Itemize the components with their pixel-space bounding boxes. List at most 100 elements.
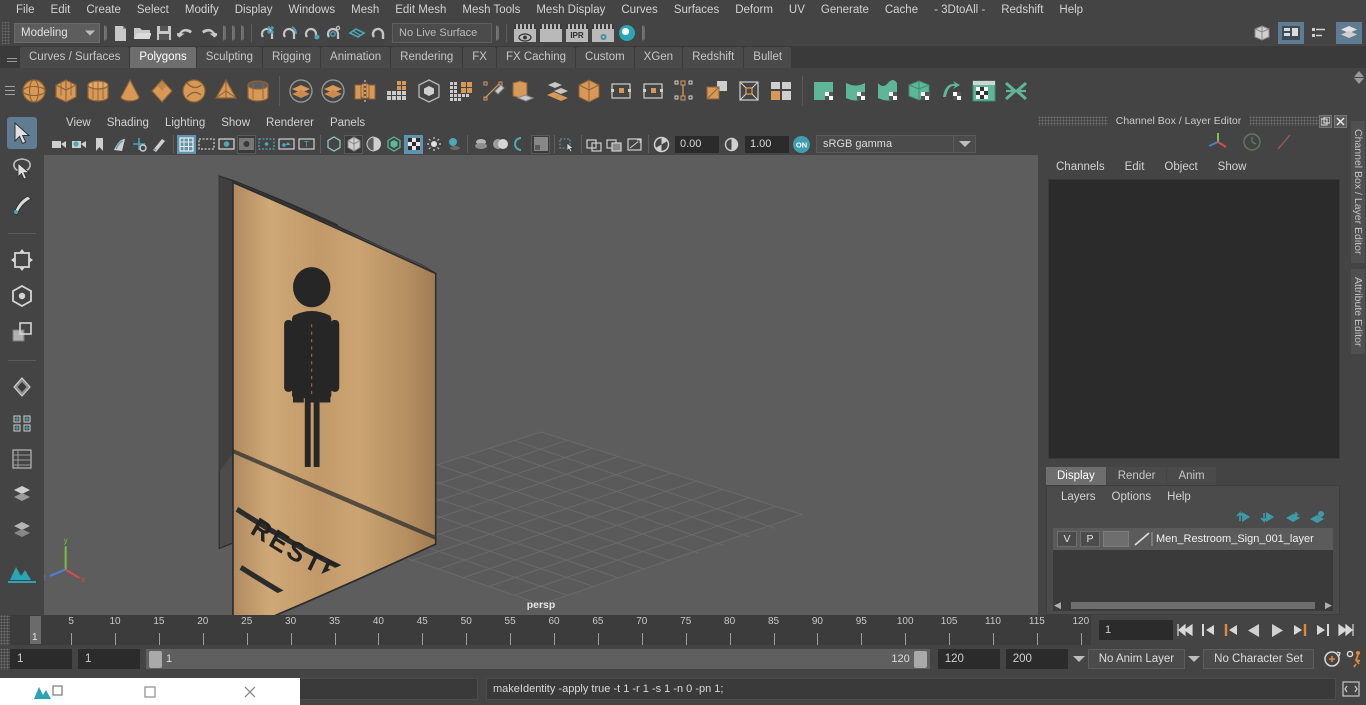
bookmarks-icon[interactable]: [90, 135, 109, 154]
toolbar-separator[interactable]: [220, 24, 227, 42]
color-management-toggle-icon[interactable]: ON: [792, 135, 811, 154]
range-start-handle[interactable]: [149, 650, 162, 668]
safe-action-icon[interactable]: [277, 135, 296, 154]
channelbox-menu-show[interactable]: Show: [1208, 161, 1257, 173]
panel-drag-handle[interactable]: [1038, 116, 1108, 126]
menu-file[interactable]: File: [8, 0, 43, 20]
poly-mirror-icon[interactable]: [349, 73, 381, 109]
shelf-tab-sculpting[interactable]: Sculpting: [196, 47, 263, 68]
3d-viewport[interactable]: RESTROOM y z x: [44, 155, 1038, 615]
script-editor-icon[interactable]: [1340, 678, 1362, 700]
shaded-wireframe-icon[interactable]: [364, 135, 383, 154]
layer-color-swatch[interactable]: [1132, 531, 1154, 547]
shelf-scroll-buttons[interactable]: [1354, 71, 1364, 84]
poly-extrude-icon[interactable]: [509, 73, 541, 109]
go-to-end-icon[interactable]: [1334, 619, 1357, 641]
select-tool-icon[interactable]: [7, 117, 37, 149]
menu-curves[interactable]: Curves: [613, 0, 665, 20]
rotate-tool-icon[interactable]: [7, 280, 37, 312]
play-backwards-icon[interactable]: [1242, 619, 1265, 641]
isolate-select-icon[interactable]: [7, 515, 37, 547]
last-tool-used-icon[interactable]: [7, 443, 37, 475]
menu-redshift[interactable]: Redshift: [993, 0, 1051, 20]
poly-combine-icon[interactable]: [381, 73, 413, 109]
scroll-right-arrow[interactable]: ▶: [1324, 600, 1333, 611]
menu-select[interactable]: Select: [129, 0, 177, 20]
screen-space-ao-icon[interactable]: [471, 135, 490, 154]
layer-menu-layers[interactable]: Layers: [1053, 491, 1104, 503]
menu-mesh-display[interactable]: Mesh Display: [528, 0, 613, 20]
xray-mode-icon[interactable]: [7, 479, 37, 511]
go-to-start-icon[interactable]: [1173, 619, 1196, 641]
animation-preferences-icon[interactable]: [1343, 648, 1366, 670]
isolate-select-viewport-icon[interactable]: [558, 135, 577, 154]
scale-tool-icon[interactable]: [7, 316, 37, 348]
poly-prism-icon[interactable]: [210, 73, 242, 109]
poly-cube-icon[interactable]: [50, 73, 82, 109]
scroll-left-arrow[interactable]: ◀: [1053, 600, 1062, 611]
grease-pencil-icon[interactable]: [150, 135, 169, 154]
save-scene-icon[interactable]: [153, 22, 175, 44]
menu-deform[interactable]: Deform: [727, 0, 781, 20]
paint-select-tool-icon[interactable]: [7, 189, 37, 221]
poly-cone-icon[interactable]: [114, 73, 146, 109]
poly-cylinder-icon[interactable]: [82, 73, 114, 109]
toolbar-separator[interactable]: [238, 24, 245, 42]
channelbox-menu-edit[interactable]: Edit: [1115, 161, 1155, 173]
shelf-tab-rigging[interactable]: Rigging: [263, 47, 321, 68]
lasso-select-tool-icon[interactable]: [7, 153, 37, 185]
shelf-tab-redshift[interactable]: Redshift: [683, 47, 744, 68]
uv-unfold-icon[interactable]: [840, 73, 872, 109]
layer-name-label[interactable]: Men_Restroom_Sign_001_layer: [1156, 533, 1314, 545]
current-frame-field[interactable]: 1: [1099, 620, 1173, 640]
render-globals-icon[interactable]: [616, 22, 638, 44]
multisample-icon[interactable]: [511, 135, 530, 154]
viewport-menu-shading[interactable]: Shading: [99, 113, 157, 133]
undock-panel-icon[interactable]: [1319, 114, 1332, 128]
xray-joints-icon[interactable]: [605, 135, 624, 154]
poly-target-weld-icon[interactable]: [605, 73, 637, 109]
menu-edit-mesh[interactable]: Edit Mesh: [387, 0, 454, 20]
viewport-menu-show[interactable]: Show: [213, 113, 258, 133]
redo-icon[interactable]: [197, 22, 219, 44]
layer-menu-help[interactable]: Help: [1159, 491, 1199, 503]
undo-icon[interactable]: [175, 22, 197, 44]
toolbar-separator[interactable]: [493, 24, 500, 42]
uv-cube-map-icon[interactable]: [904, 73, 936, 109]
wireframe-icon[interactable]: [324, 135, 343, 154]
live-surface-field[interactable]: No Live Surface: [392, 23, 492, 43]
render-current-frame-icon[interactable]: [540, 24, 562, 42]
poly-smooth-icon[interactable]: [413, 73, 445, 109]
menu-surfaces[interactable]: Surfaces: [666, 0, 727, 20]
shelf-tab-xgen[interactable]: XGen: [634, 47, 683, 68]
select-camera-icon[interactable]: [50, 135, 69, 154]
shadows-icon[interactable]: [444, 135, 463, 154]
toolbar-separator[interactable]: [101, 24, 108, 42]
layer-list-scrollbar[interactable]: ◀ ▶: [1053, 599, 1333, 611]
poly-multicut-icon[interactable]: [477, 73, 509, 109]
anim-layer-selector[interactable]: No Anim Layer: [1087, 649, 1186, 669]
anim-layer-dropdown-arrow[interactable]: [1070, 649, 1088, 669]
range-slider[interactable]: 1 120: [146, 649, 930, 669]
close-panel-icon[interactable]: [1334, 114, 1347, 128]
layer-state-toggle[interactable]: [1103, 531, 1129, 547]
snap-to-curve-icon[interactable]: [279, 22, 301, 44]
tool-settings-toggle-icon[interactable]: [1307, 22, 1333, 44]
poly-quadrangulate-icon[interactable]: [445, 73, 477, 109]
menu-3dtoall[interactable]: - 3DtoAll -: [926, 0, 993, 20]
xray-active-components-icon[interactable]: [625, 135, 644, 154]
layer-editor-tab-anim[interactable]: Anim: [1167, 467, 1216, 485]
viewport-menu-lighting[interactable]: Lighting: [157, 113, 213, 133]
range-end-field[interactable]: 120: [937, 649, 1000, 669]
poly-platonic-icon[interactable]: [317, 73, 349, 109]
color-profile-field[interactable]: sRGB gamma: [816, 135, 954, 153]
shelf-grip[interactable]: [2, 71, 18, 111]
poly-crease-icon[interactable]: [669, 73, 701, 109]
poly-soup-icon[interactable]: [285, 73, 317, 109]
step-back-keyframe-icon[interactable]: [1196, 619, 1219, 641]
maya-app-icon[interactable]: [0, 678, 100, 705]
step-back-frame-icon[interactable]: [1219, 619, 1242, 641]
render-view-icon[interactable]: [514, 24, 536, 42]
restore-window-icon[interactable]: [100, 678, 200, 705]
menu-windows[interactable]: Windows: [280, 0, 343, 20]
